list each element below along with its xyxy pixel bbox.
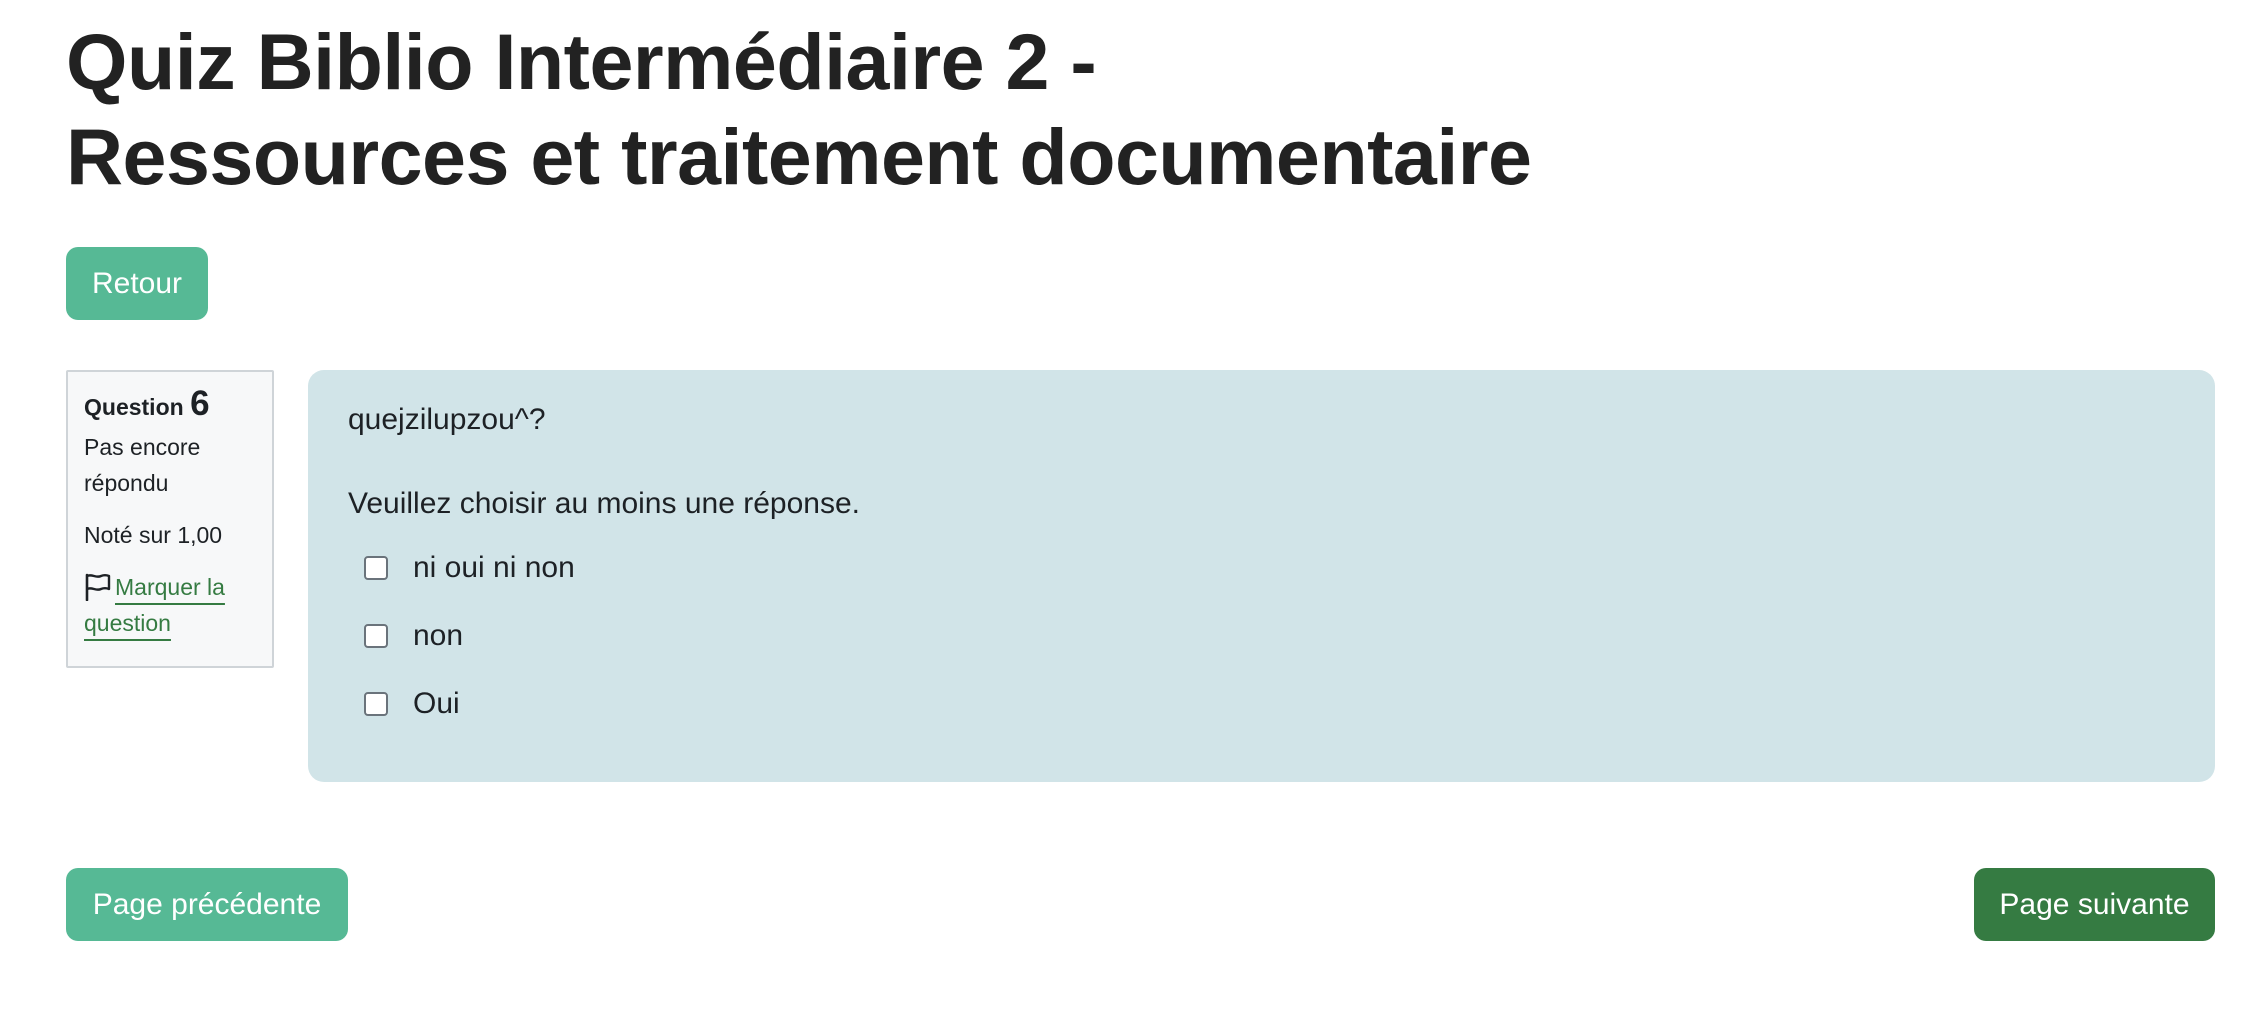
flag-icon[interactable] [84,573,111,601]
answer-checkbox[interactable] [364,692,388,716]
question-grade: Noté sur 1,00 [84,522,223,548]
question-content: quejzilupzou^? Veuillez choisir au moins… [308,370,2215,782]
previous-page-button[interactable]: Page précédente [66,868,348,941]
quiz-page: Quiz Biblio Intermédiaire 2 - Ressources… [0,0,2268,1018]
answer-option[interactable]: Oui [348,680,2175,728]
answer-label[interactable]: Oui [413,687,460,721]
question-text: quejzilupzou^? [348,403,546,436]
page-title: Quiz Biblio Intermédiaire 2 - Ressources… [66,14,1532,204]
question-info-panel: Question 6 Pas encore répondu Noté sur 1… [66,370,274,668]
next-page-button[interactable]: Page suivante [1974,868,2215,941]
page-title-line-1: Quiz Biblio Intermédiaire 2 - [66,17,1097,106]
answer-label[interactable]: ni oui ni non [413,551,575,585]
answer-list: ni oui ni non non Oui [348,544,2175,728]
answer-option[interactable]: ni oui ni non [348,544,2175,592]
question-number: Question 6 [84,386,272,425]
answer-checkbox[interactable] [364,624,388,648]
answer-option[interactable]: non [348,612,2175,660]
answer-label[interactable]: non [413,619,463,653]
page-title-line-2: Ressources et traitement documentaire [66,112,1532,201]
question-label: Question [84,394,184,420]
flag-question[interactable]: Marquer la question [84,569,259,641]
answer-prompt: Veuillez choisir au moins une réponse. [348,487,860,520]
question-state: Pas encore répondu [84,434,201,496]
answer-checkbox[interactable] [364,556,388,580]
question-number-value: 6 [190,384,210,423]
back-button[interactable]: Retour [66,247,208,320]
